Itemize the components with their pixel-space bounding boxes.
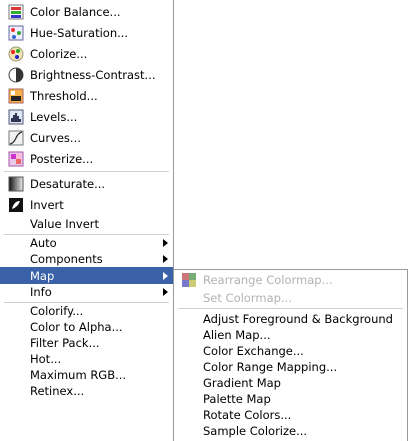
menu-item-label: Rearrange Colormap... bbox=[203, 273, 333, 287]
menu-separator bbox=[178, 308, 403, 309]
menu-item-label: Invert bbox=[30, 198, 64, 212]
menu-item-label: Alien Map... bbox=[203, 328, 271, 342]
menu-item-label: Posterize... bbox=[30, 152, 94, 166]
menu-item-label: Hot... bbox=[30, 352, 62, 366]
menu-item-label: Palette Map bbox=[203, 392, 271, 406]
submenu-arrow-icon bbox=[163, 255, 168, 263]
menu-item-threshold[interactable]: Threshold... bbox=[0, 86, 173, 106]
menu-item-label: Map bbox=[30, 268, 55, 283]
menu-item-label: Color Exchange... bbox=[203, 344, 304, 358]
menu-item-components[interactable]: Components bbox=[0, 250, 173, 268]
menu-item-label: Levels... bbox=[30, 110, 78, 124]
curves-icon bbox=[8, 130, 24, 146]
menu-item-sample-colorize[interactable]: Sample Colorize... bbox=[174, 423, 407, 439]
posterize-icon bbox=[8, 151, 24, 167]
menu-item-value-invert[interactable]: Value Invert bbox=[0, 214, 173, 234]
rearrange-colormap-icon bbox=[181, 272, 197, 288]
menu-item-label: Adjust Foreground & Background bbox=[203, 312, 393, 326]
menu-item-label: Colorify... bbox=[30, 304, 84, 318]
menu-item-label: Color to Alpha... bbox=[30, 320, 123, 334]
menu-item-adjust-foreground-background[interactable]: Adjust Foreground & Background bbox=[174, 311, 407, 327]
threshold-icon bbox=[8, 88, 24, 104]
menu-item-label: Gradient Map bbox=[203, 376, 281, 390]
menu-item-gradient-map[interactable]: Gradient Map bbox=[174, 375, 407, 391]
menu-item-set-colormap[interactable]: Set Colormap... bbox=[174, 290, 407, 306]
menu-item-desaturate[interactable]: Desaturate... bbox=[0, 174, 173, 194]
menu-item-color-balance[interactable]: Color Balance... bbox=[0, 2, 173, 22]
menu-item-label: Info bbox=[30, 285, 52, 299]
menu-item-brightness-contrast[interactable]: Brightness-Contrast... bbox=[0, 65, 173, 85]
hue-saturation-icon bbox=[8, 25, 24, 41]
brightness-contrast-icon bbox=[8, 67, 24, 83]
menu-separator bbox=[4, 171, 169, 172]
menu-item-label: Colorize... bbox=[30, 47, 88, 61]
submenu-arrow-icon bbox=[163, 271, 168, 280]
menu-item-label: Filter Pack... bbox=[30, 336, 100, 350]
menu-item-alien-map[interactable]: Alien Map... bbox=[174, 327, 407, 343]
colorize-icon bbox=[8, 46, 24, 62]
menu-item-label: Brightness-Contrast... bbox=[30, 68, 156, 82]
menu-item-label: Auto bbox=[30, 236, 57, 250]
menu-item-levels[interactable]: Levels... bbox=[0, 107, 173, 127]
menu-item-label: Threshold... bbox=[30, 89, 98, 103]
map-submenu: Rearrange Colormap... Set Colormap... Ad… bbox=[173, 269, 408, 441]
submenu-arrow-icon bbox=[163, 239, 168, 247]
menu-item-rotate-colors[interactable]: Rotate Colors... bbox=[174, 407, 407, 423]
menu-item-label: Color Range Mapping... bbox=[203, 360, 338, 374]
menu-item-label: Desaturate... bbox=[30, 177, 106, 191]
menu-item-label: Curves... bbox=[30, 131, 81, 145]
menu-item-label: Set Colormap... bbox=[203, 291, 292, 305]
desaturate-icon bbox=[8, 176, 24, 192]
menu-item-label: Rotate Colors... bbox=[203, 408, 292, 422]
menu-item-color-range-mapping[interactable]: Color Range Mapping... bbox=[174, 359, 407, 375]
menu-item-label: Hue-Saturation... bbox=[30, 26, 129, 40]
menu-item-label: Sample Colorize... bbox=[203, 424, 308, 438]
menu-item-label: Maximum RGB... bbox=[30, 368, 127, 382]
menu-item-colorize[interactable]: Colorize... bbox=[0, 44, 173, 64]
menu-item-retinex[interactable]: Retinex... bbox=[0, 382, 173, 400]
invert-icon bbox=[8, 197, 24, 213]
menu-item-rearrange-colormap[interactable]: Rearrange Colormap... bbox=[174, 272, 407, 288]
submenu-arrow-icon bbox=[163, 288, 168, 296]
menu-item-label: Retinex... bbox=[30, 384, 85, 398]
colors-menu: Color Balance... Hue-Saturation... Color… bbox=[0, 0, 174, 441]
menu-item-color-exchange[interactable]: Color Exchange... bbox=[174, 343, 407, 359]
menu-item-hue-saturation[interactable]: Hue-Saturation... bbox=[0, 23, 173, 43]
menu-item-palette-map[interactable]: Palette Map bbox=[174, 391, 407, 407]
menu-item-info[interactable]: Info bbox=[0, 283, 173, 301]
menu-item-posterize[interactable]: Posterize... bbox=[0, 149, 173, 169]
menu-item-curves[interactable]: Curves... bbox=[0, 128, 173, 148]
menu-item-map[interactable]: Map bbox=[0, 267, 173, 284]
menu-item-label: Value Invert bbox=[30, 217, 100, 231]
color-balance-icon bbox=[8, 4, 24, 20]
menu-item-label: Components bbox=[30, 252, 103, 266]
levels-icon bbox=[8, 109, 24, 125]
menu-item-label: Color Balance... bbox=[30, 5, 121, 19]
menu-item-invert[interactable]: Invert bbox=[0, 195, 173, 215]
